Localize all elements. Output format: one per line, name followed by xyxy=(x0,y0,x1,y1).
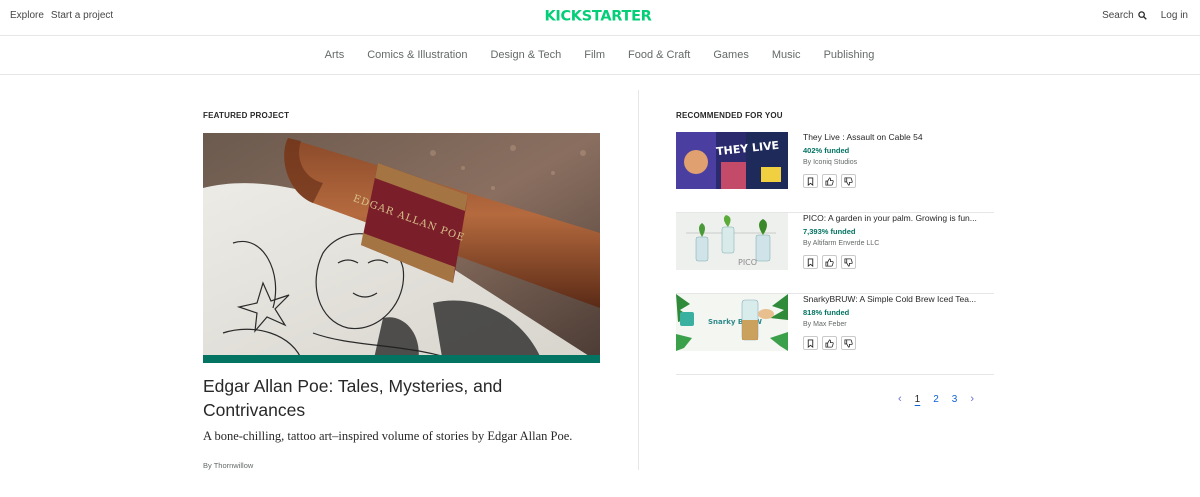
logo-text: KICKSTARTER xyxy=(544,9,651,24)
search-icon xyxy=(1138,11,1147,20)
like-button[interactable] xyxy=(822,255,837,269)
recommended-item: PICO PICO: A garden in your palm. Growin… xyxy=(676,213,994,294)
featured-project-image[interactable]: EDGAR ALLAN POE xyxy=(203,133,600,363)
featured-section-label: FEATURED PROJECT xyxy=(203,111,290,120)
recommended-item-thumbnail[interactable]: Snarky BRUW xyxy=(676,294,788,351)
recommended-item: Snarky BRUW SnarkyBRUW: A Simple Cold Br… xyxy=(676,294,994,375)
category-arts[interactable]: Arts xyxy=(325,49,345,61)
bookmark-icon xyxy=(807,257,814,267)
dislike-button[interactable] xyxy=(841,174,856,188)
thumb-text: PICO xyxy=(738,258,757,267)
pagination-page-1[interactable]: 1 xyxy=(915,394,921,405)
pagination: ‹ 1 2 3 › xyxy=(898,393,974,405)
search-label: Search xyxy=(1102,10,1134,21)
top-right-links: Search Log in xyxy=(1102,10,1188,21)
like-button[interactable] xyxy=(822,174,837,188)
pagination-next[interactable]: › xyxy=(970,393,974,405)
column-divider xyxy=(638,90,639,470)
category-nav: Arts Comics & Illustration Design & Tech… xyxy=(0,36,1200,75)
recommended-item-actions xyxy=(803,336,856,350)
bookmark-button[interactable] xyxy=(803,255,818,269)
bookmark-icon xyxy=(807,338,814,348)
recommended-item-actions xyxy=(803,255,856,269)
recommended-item-actions xyxy=(803,174,856,188)
thumbs-up-icon xyxy=(825,338,834,348)
pagination-page-2[interactable]: 2 xyxy=(933,394,939,405)
dislike-button[interactable] xyxy=(841,255,856,269)
category-comics-illustration[interactable]: Comics & Illustration xyxy=(367,49,467,61)
pagination-prev[interactable]: ‹ xyxy=(898,393,902,405)
recommended-item-thumbnail[interactable]: PICO xyxy=(676,213,788,270)
featured-illustration: EDGAR ALLAN POE xyxy=(203,133,600,363)
recommended-item-funded: 818% funded xyxy=(803,308,850,317)
recommended-item-creator[interactable]: By Max Feber xyxy=(803,321,847,328)
category-food-craft[interactable]: Food & Craft xyxy=(628,49,690,61)
category-publishing[interactable]: Publishing xyxy=(824,49,875,61)
category-film[interactable]: Film xyxy=(584,49,605,61)
thumbs-down-icon xyxy=(844,338,853,348)
recommended-item-creator[interactable]: By Altifarm Enverde LLC xyxy=(803,240,879,247)
login-link[interactable]: Log in xyxy=(1161,10,1188,21)
top-bar: Explore Start a project KICKSTARTER Sear… xyxy=(0,0,1200,36)
recommended-item-creator[interactable]: By Iconiq Studios xyxy=(803,159,857,166)
recommended-item: THEY LIVE They Live : Assault on Cable 5… xyxy=(676,132,994,213)
recommended-item-title[interactable]: They Live : Assault on Cable 54 xyxy=(803,132,993,142)
recommended-section-label: RECOMMENDED FOR YOU xyxy=(676,111,783,120)
featured-project-creator[interactable]: By Thornwillow xyxy=(203,461,253,470)
dislike-button[interactable] xyxy=(841,336,856,350)
recommended-item-funded: 402% funded xyxy=(803,146,850,155)
recommended-item-funded: 7,393% funded xyxy=(803,227,856,236)
bookmark-button[interactable] xyxy=(803,174,818,188)
snarkybruw-thumbnail-art: Snarky BRUW xyxy=(676,294,788,351)
explore-link[interactable]: Explore xyxy=(10,10,44,21)
category-design-tech[interactable]: Design & Tech xyxy=(490,49,561,61)
top-left-links: Explore Start a project xyxy=(10,10,113,21)
thumbs-down-icon xyxy=(844,176,853,186)
kickstarter-logo[interactable]: KICKSTARTER xyxy=(542,7,654,24)
category-list: Arts Comics & Illustration Design & Tech… xyxy=(325,49,875,61)
they-live-thumbnail-art: THEY LIVE xyxy=(676,132,788,189)
thumbs-up-icon xyxy=(825,257,834,267)
bookmark-icon xyxy=(807,176,814,186)
bookmark-button[interactable] xyxy=(803,336,818,350)
featured-project-title[interactable]: Edgar Allan Poe: Tales, Mysteries, and C… xyxy=(203,374,603,422)
pagination-page-3[interactable]: 3 xyxy=(952,394,958,405)
category-music[interactable]: Music xyxy=(772,49,801,61)
start-project-link[interactable]: Start a project xyxy=(51,10,113,21)
category-games[interactable]: Games xyxy=(713,49,748,61)
thumbs-up-icon xyxy=(825,176,834,186)
recommended-item-thumbnail[interactable]: THEY LIVE xyxy=(676,132,788,189)
recommended-item-title[interactable]: SnarkyBRUW: A Simple Cold Brew Iced Tea.… xyxy=(803,294,993,304)
like-button[interactable] xyxy=(822,336,837,350)
pico-thumbnail-art: PICO xyxy=(676,213,788,270)
search-button[interactable]: Search xyxy=(1102,10,1147,21)
featured-project-blurb: A bone-chilling, tattoo art–inspired vol… xyxy=(203,429,573,443)
thumbs-down-icon xyxy=(844,257,853,267)
recommended-item-title[interactable]: PICO: A garden in your palm. Growing is … xyxy=(803,213,993,223)
